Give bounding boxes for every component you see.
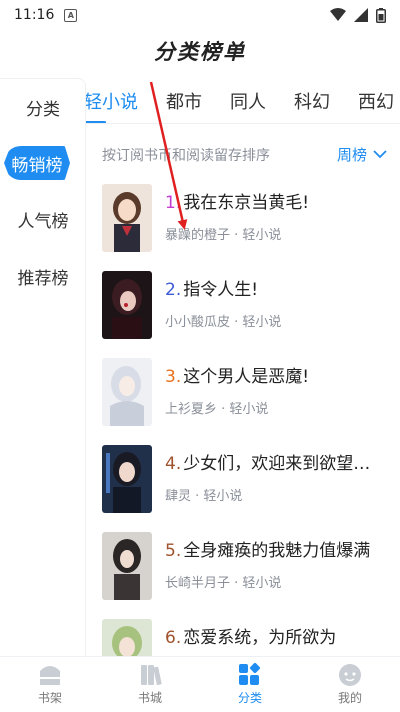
battery-icon bbox=[376, 7, 386, 23]
signal-icon bbox=[354, 8, 368, 22]
book-cover bbox=[102, 619, 152, 656]
ranking-hint: 按订阅书币和阅读留存排序 bbox=[102, 147, 270, 164]
nav-bookshelf[interactable]: 书架 bbox=[0, 657, 100, 712]
book-title: 1. 我在东京当黄毛! bbox=[165, 188, 385, 213]
status-icons bbox=[330, 7, 386, 23]
book-title-text: 全身瘫痪的我魅力值爆满 bbox=[183, 541, 371, 561]
sidebar-category-label: 分类 bbox=[26, 100, 60, 120]
wifi-icon bbox=[330, 8, 346, 21]
book-item[interactable]: 2. 指令人生! 小小酸瓜皮 · 轻小说 bbox=[102, 271, 392, 341]
book-title: 2. 指令人生! bbox=[165, 275, 385, 300]
book-meta: 暴躁的橙子 · 轻小说 bbox=[165, 228, 282, 243]
book-title-text: 少女们，欢迎来到欲望… bbox=[183, 454, 371, 474]
status-time: 11:16 bbox=[14, 7, 55, 23]
book-meta: 肆灵 · 轻小说 bbox=[165, 489, 243, 504]
book-title-text: 这个男人是恶魔! bbox=[183, 367, 310, 387]
bookshelf-icon bbox=[40, 666, 60, 685]
book-title: 6. 恋爱系统，为所欲为 bbox=[165, 623, 385, 648]
tab-western-fantasy[interactable]: 西幻 bbox=[358, 78, 394, 123]
sidebar-item-bestseller[interactable]: 畅销榜 bbox=[4, 146, 70, 180]
book-item[interactable]: 6. 恋爱系统，为所欲为 bbox=[102, 619, 392, 656]
book-title: 3. 这个男人是恶魔! bbox=[165, 362, 385, 387]
sidebar-item-popular[interactable]: 人气榜 bbox=[0, 202, 86, 236]
nav-category[interactable]: 分类 bbox=[200, 657, 300, 712]
nav-bookstore[interactable]: 书城 bbox=[100, 657, 200, 712]
bottom-nav: 书架 书城 分类 我的 bbox=[0, 656, 400, 712]
book-rank: 1. bbox=[165, 193, 182, 213]
book-rank: 4. bbox=[165, 454, 182, 474]
tab-urban[interactable]: 都市 bbox=[166, 78, 202, 123]
book-meta: 上衫夏乡 · 轻小说 bbox=[165, 402, 269, 417]
book-cover bbox=[102, 532, 152, 600]
book-title-text: 恋爱系统，为所欲为 bbox=[183, 628, 337, 648]
book-cover bbox=[102, 271, 152, 339]
notification-icon: A bbox=[64, 8, 78, 22]
book-item[interactable]: 1. 我在东京当黄毛! 暴躁的橙子 · 轻小说 bbox=[102, 184, 392, 254]
book-meta: 长崎半月子 · 轻小说 bbox=[165, 576, 282, 591]
book-rank: 5. bbox=[165, 541, 182, 561]
tab-scifi[interactable]: 科幻 bbox=[294, 78, 330, 123]
status-bar: 11:16 A bbox=[0, 0, 400, 30]
book-title-text: 我在东京当黄毛! bbox=[183, 193, 310, 213]
book-rank: 3. bbox=[165, 367, 182, 387]
book-rank: 2. bbox=[165, 280, 182, 300]
book-cover bbox=[102, 184, 152, 252]
book-cover bbox=[102, 358, 152, 426]
period-label: 周榜 bbox=[336, 146, 367, 164]
book-item[interactable]: 4. 少女们，欢迎来到欲望… 肆灵 · 轻小说 bbox=[102, 445, 392, 515]
tab-fanfic[interactable]: 同人 bbox=[230, 78, 266, 123]
nav-category-label: 分类 bbox=[237, 691, 262, 705]
book-title: 5. 全身瘫痪的我魅力值爆满 bbox=[165, 536, 385, 561]
bookstore-icon bbox=[141, 665, 162, 686]
nav-profile-label: 我的 bbox=[337, 691, 362, 705]
genre-tabs: 轻小说 都市 同人 科幻 西幻 bbox=[86, 78, 400, 124]
category-icon bbox=[239, 663, 261, 685]
book-title-text: 指令人生! bbox=[183, 280, 259, 300]
book-cover bbox=[102, 445, 152, 513]
page-title: 分类榜单 bbox=[154, 40, 246, 64]
book-title: 4. 少女们，欢迎来到欲望… bbox=[165, 449, 385, 474]
tab-light-novel[interactable]: 轻小说 bbox=[86, 78, 138, 123]
profile-icon bbox=[339, 664, 361, 686]
sidebar: 分类 畅销榜 人气榜 推荐榜 bbox=[0, 78, 86, 656]
book-item[interactable]: 5. 全身瘫痪的我魅力值爆满 长崎半月子 · 轻小说 bbox=[102, 532, 392, 602]
nav-bookshelf-label: 书架 bbox=[37, 691, 62, 705]
book-meta: 小小酸瓜皮 · 轻小说 bbox=[165, 315, 282, 330]
chevron-down-icon bbox=[373, 150, 387, 159]
ranking-subheader: 按订阅书币和阅读留存排序 周榜 bbox=[102, 144, 387, 165]
period-dropdown[interactable]: 周榜 bbox=[337, 144, 387, 165]
sidebar-item-recommended[interactable]: 推荐榜 bbox=[0, 259, 86, 293]
book-rank: 6. bbox=[165, 628, 182, 648]
nav-bookstore-label: 书城 bbox=[137, 691, 162, 705]
nav-profile[interactable]: 我的 bbox=[300, 657, 400, 712]
book-item[interactable]: 3. 这个男人是恶魔! 上衫夏乡 · 轻小说 bbox=[102, 358, 392, 428]
